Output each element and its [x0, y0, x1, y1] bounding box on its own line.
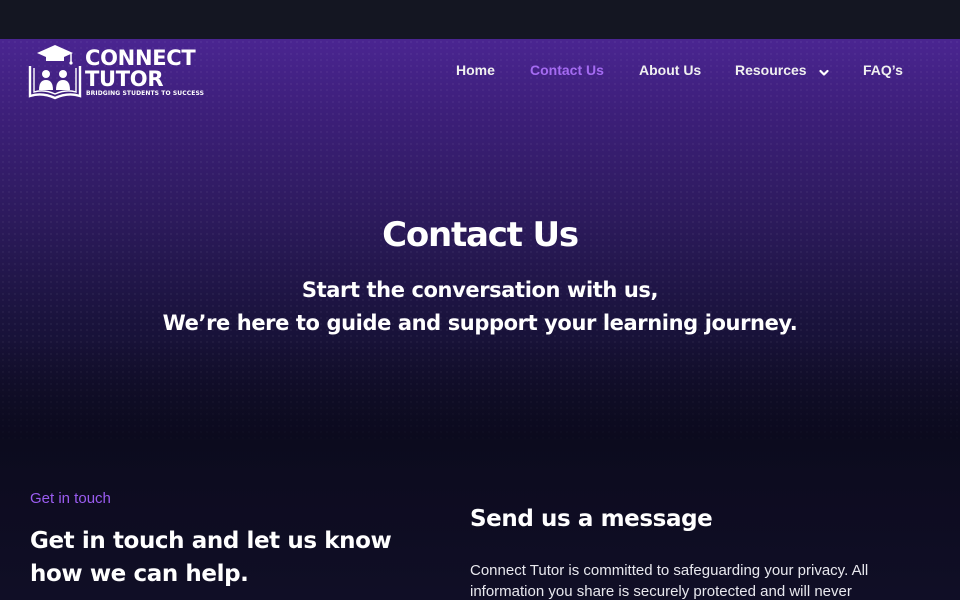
main-navigation: Home Contact Us About Us Resources FAQ’s	[0, 62, 960, 82]
nav-item-contact-us[interactable]: Contact Us	[530, 62, 604, 78]
hero-shade	[0, 339, 960, 439]
nav-item-home[interactable]: Home	[456, 62, 495, 78]
section-eyebrow: Get in touch	[30, 490, 111, 507]
contact-heading: Get in touch and let us know how we can …	[30, 528, 392, 587]
nav-item-resources[interactable]: Resources	[735, 62, 829, 78]
chevron-down-icon	[818, 69, 829, 76]
form-heading: Send us a message	[470, 506, 713, 532]
hero-subtitle-line-1: Start the conversation with us,	[301, 278, 659, 302]
logo-tagline: BRIDGING STUDENTS TO SUCCESS	[86, 90, 205, 97]
nav-item-faqs[interactable]: FAQ’s	[863, 62, 903, 78]
nav-item-resources-label: Resources	[735, 62, 807, 78]
nav-item-about-us[interactable]: About Us	[639, 62, 701, 78]
privacy-text: Connect Tutor is committed to safeguardi…	[470, 562, 869, 600]
hero-subtitle-line-2: We’re here to guide and support your lea…	[162, 311, 798, 335]
page-title: Contact Us	[382, 215, 579, 255]
browser-top-bar	[0, 0, 960, 39]
